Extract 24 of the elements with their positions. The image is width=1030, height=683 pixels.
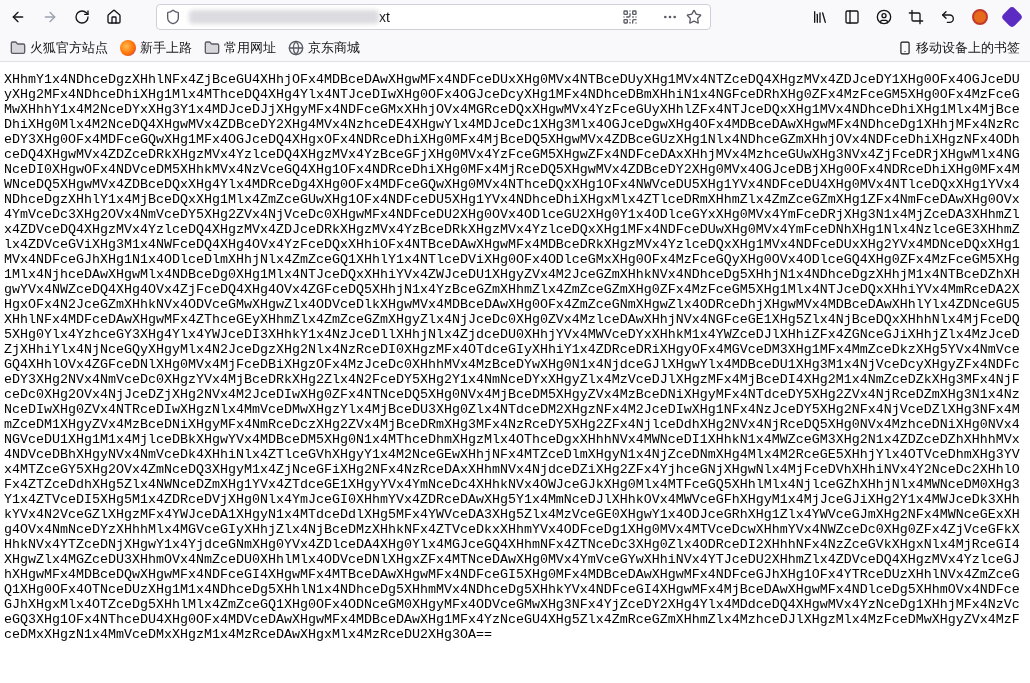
folder-icon xyxy=(10,39,26,56)
bookmark-star-icon[interactable] xyxy=(686,9,702,25)
bookmark-item[interactable]: 新手上路 xyxy=(114,35,198,60)
url-text: xt xyxy=(379,7,390,27)
bookmark-item[interactable]: 京东商城 xyxy=(282,35,366,60)
library-icon xyxy=(812,9,828,25)
forward-arrow-icon xyxy=(42,9,58,25)
browser-logo-icon xyxy=(120,39,136,56)
undo-icon xyxy=(940,9,956,25)
qr-code-icon[interactable] xyxy=(622,9,638,25)
home-icon xyxy=(106,9,122,25)
bookmark-item[interactable]: 火狐官方站点 xyxy=(4,35,114,60)
account-icon xyxy=(876,9,892,25)
crop-icon xyxy=(908,9,924,25)
bookmark-item[interactable]: 移动设备上的书签 xyxy=(892,35,1026,60)
sidebar-icon xyxy=(844,9,860,25)
reload-icon xyxy=(74,9,90,25)
globe-icon xyxy=(288,39,304,56)
page-text: XHhmY1x4NDhceDgzXHhlNFx4ZjBceGU4XHhjOFx4MDBceDAwXHgwMFx4NDFceDUxXHg0MVx4NTBceDUyXHg1MVx4NTZceDQ4XHgzMVx4ZDJceDY1XHg0OFx4OGJceDUyXHg2MFx4NDhceDhiXHg1Mlx4MThceDQ4XHg4Ylx4NTJceDIwXHg0OFx4OGJceDcyXHg1MFx4NDhceDBmXHhiN1x4NGFceDRhXHg0ZFx4MzFceGM5XHg0OFx4MzFceGMwXHhhY1x4M2NceDYxXHg3Y1x4MDJceDJjXHgyMFx4NDFceGMxXHhjOVx4MGRceDQxXHgwMVx4YzFceGUyXHhlZFx4NTJceDQxXHg1MVx4NDhceDhiXHg1Mlx4MjBceDhiXHg0Mlx4M2NceDQ4XHgwMVx4ZDBceDY2XHg4MVx4NzhceDE4XHgwYlx4MDJceDc1XHg3Mlx4OGJceDgwXHg4OFx4MDBceDAwXHgwMFx4NDhceDg1XHhjMFx4NzRceDY3XHg0OFx4MDFceGQwXHg1MFx4OGJceDQ4XHgxOFx4NDRceDhiXHg0MFx4MjBceDQ5XHgwMVx4ZDBceGUzXHg1Nlx4NDhceGZmXHhjOVx4NDFceDhiXHgzNFx4ODhceDQ4XHgwMVx4ZDZceDRkXHgzMVx4YzlceDQ4XHgzMVx4YzBceGFjXHg0MVx4YzFceGM5XHgwZFx4NDFceDAxXHhjMVx4MzhceGUwXHg3NVx4ZjFceDRjXHgwMlx4NGNceDI0XHgwOFx4NDVceDM5XHhkMVx4NzVceGQ4XHg1OFx4NDRceDhiXHg0MFx4MjRceDQ5XHgwMVx4ZDBceDY2XHg0MVx4OGJceDBjXHg0OFx4NDRceDhiXHg0MFx4MWNceDQ5XHgwMVx4ZDBceDQxXHg4Ylx4MDRceDg4XHg0OFx4MDFceGQwXHg0MVx4NThceDQxXHg1OFx4NWVceDU5XHg1YVx4NDFceDU4XHg0MVx4NTlceDQxXHg1YVx4NDhceDgzXHhlY1x4MjBceDQxXHg1Mlx4ZmZceGUwXHg1OFx4NDFceDU5XHg1YVx4NDhceDhiXHgxMlx4ZTlceDRmXHhmZlx4ZmZceGZmXHg1ZFx4NmFceDAwXHg0OVx4YmVceDc3XHg2OVx4NmVceDY5XHg2ZVx4NjVceDc0XHgwMFx4NDFceDU2XHg0OVx4ODlceGU2XHg0Y1x4ODlceGYxXHg0MVx4YmFceDRjXHg3N1x4MjZceDA3XHhmZlx4ZDVceDQ4XHgzMVx4YzlceDQ4XHgzMVx4ZDJceDRkXHgzMVx4YzBceDRkXHgzMVx4YzlceDQxXHg1MFx4NDFceDUwXHg0MVx4YmFceDNhXHg1Nlx4NzlceGE3XHhmZlx4ZDVceGViXHg3M1x4NWFceDQ4XHg4OVx4YzFceDQxXHhiOFx4NTBceDAwXHgwMFx4MDBceDRkXHgzMVx4YzlceDQxXHg1MVx4NDFceDUxXHg2YVx4MDNceDQxXHg1MVx4NDFceGJhXHg1N1x4ODlceDlmXHhjNlx4ZmZceGQ1XHhlY1x4NTlceDViXHg0OFx4ODlceGMxXHg0OFx4MzFceGQyXHg0OVx4ODlceGQ4XHg0ZFx4MzFceGM5XHg1Mlx4NjhceDAwXHgwMlx4NDBceDg0XHg1Mlx4NTJceDQxXHhiYVx4ZWJceDU1XHgyZVx4M2JceGZmXHhkNVx4NDhceDg5XHhjN1x4NDhceDgzXHhjM1x4NTBceDZhXHgwYVx4NWZceDQ4XHg4OVx4ZjFceDQ4XHg4OVx4ZGFceDQ5XHhjN1x4YzBceGZmXHhmZlx4ZmZceGZmXHg0ZFx4MzFceGM5XHg1Mlx4NTJceDQxXHhiYVx4MmRceDA2XHgxOFx4N2JceGZmXHhkNVx4ODVceGMwXHgwZlx4ODVceDlkXHgwMVx4MDBceDAwXHg0OFx4ZmZceGNmXHgwZlx4ODRceDhjXHgwMVx4MDBceDAwXHhlYlx4ZDNceGU5XHhlNFx4MDFceDAwXHgwMFx4ZThceGEyXHhmZlx4ZmZceGZmXHgyZlx4NjJceDc0XHg0ZVx4MzlceDAwXHhjNVx4NGFceGE1XHg5Zlx4NjBceDQxXHhhNlx4MjFceDQ5XHg0Ylx4YzhceGY3XHg4Ylx4YWJceDI3XHhkY1x4NzJceDllXHhjNlx4ZjdceDU0XHhjYVx4MWVceDYxXHhkM1x4YWZceDJlXHhiZFx4ZGNceGJiXHhjZlx4MzJceDZjXHhiYlx4NjNceGQyXHgyMlx4N2JceDgzXHg2Nlx4NzRceDI0XHgzMFx4OTdceGIyXHhiY1x4ZDRceDRiXHgyOFx4MGVceDM3XHg1MFx4MmZceDkzXHg5YVx4NmVceGQ4XHhlOVx4ZGFceDNlXHg0MVx4MjFceDBiXHgzOFx4MzJceDc0XHhhMVx4MzBceDYwXHg0N1x4NjdceGJlXHgwYlx4MDBceDU1XHg3M1x4NjVceDcyXHgyZFx4NDFceDY3XHg2NVx4NmVceDc0XHgzYVx4MjBceDRkXHg2Zlx4N2FceDY5XHg2Y1x4NmNceDYxXHgyZlx4MzVceDJlXHgzMFx4MjBceDI4XHg2M1x4NmZceDZkXHg3MFx4NjFceDc0XHg2OVx4NjJceDZjXHg2NVx4M2JceDIwXHg0ZFx4NTNceDQ5XHg0NVx4MjBceDM5XHgyZVx4MzBceDNiXHgyMFx4NTdceDY5XHg2ZVx4NjRceDZmXHg3N1x4NzNceDIwXHg0ZVx4NTRceDIwXHgzNlx4MmVceDMwXHgzYlx4MjBceDU3XHg0Zlx4NTdceDM2XHgzNFx4M2JceDIwXHg1NFx4NzJceDY5XHg2NFx4NjVceDZlXHg3NFx4MmZceDM1XHgyZVx4MzBceDNiXHgyMFx4NmRceDczXHg2ZVx4MjBceDRmXHg3MFx4NzRceDY5XHg2ZFx4NjlceDdhXHg2NVx4NjRceDQ5XHg0NVx4MzhceDNiXHg0NVx4NGVceDU1XHg1M1x4MjlceDBkXHgwYVx4MDBceDM5XHg0N1x4MThceDhmXHgzMlx4OThceDgxXHhhNVx4MWNceDI1XHhkN1x4MWZceGM3XHg2N1x4ZDZceDZhXHhhMVx4NDVceDBhXHgyNVx4NmVceDk4XHhiNlx4ZTlceGVhXHgyY1x4M2NceGEwXHhjNFx4MTZceDlmXHgyN1x4NjZceDNmXHg4Mlx4M2RceGE5XHhjYlx4OTVceDhmXHg3YVx4MTZceGY5XHg2OVx4ZmNceDQ3XHgyM1x4ZjNceGFiXHg2NFx4NzRceDAxXHhmNVx4NjdceDZiXHg2ZFx4YjhceGNjXHgwNlx4MjFceDVhXHhiNVx4Y2NceDc2XHhlOFx4ZTZceDdhXHg5Zlx4NWNceDZmXHg1YVx4ZTdceGE1XHgyYVx4YmNceDc4XHhkNVx4OWJceGJkXHg0Mlx4MTFceGQ5XHhlMlx4NjlceGZhXHhjNlx4MWNceDM0XHg3Y1x4ZTVceDI5XHg5M1x4ZDRceDVjXHg0Nlx4YmJceGI0XHhmYVx4ZDRceDAwXHg5Y1x4MmNceDJlXHhkOVx4MWVceGFhXHgyM1x4MjJceGJiXHg2Y1x4MWJceDk3XHhkYVx4N2VceGZlXHgzMFx4YWJceDA1XHgyN1x4MTdceDdlXHg5MFx4YWVceDA3XHg5Zlx4MzVceGE0XHgwY1x4ODJceGRhXHg1Zlx4YWVceGJmXHg2NFx4MWNceGExXHg4OVx4NmNceDYzXHhhMlx4MGVceGIyXHhjZlx4NjBceDMzXHhkNFx4ZTVceDkxXHhmYVx4ODFceDg1XHg0MVx4MTVceDcwXHhmYVx4NWZceDc0XHg0ZFx4ZjVceGFkXHhkNVx4YTZceDNjXHgwY1x4YjdceGNmXHg0YVx4ZDlceDA4XHg0Ylx4MGJceGQ4XHhmNFx4ZTNceDc3XHg0Zlx4ODRceDI2XHhhNFx4NzZceGVkXHgxNlx4MjRceGI4XHgwZlx4MGZceDU3XHhmOVx4NmZceDU0XHhlMlx4ODVceDNlXHgxZFx4MTNceDAwXHg0MVx4YmVceGYwXHhiNVx4YTJceDU2XHhmZlx4ZDVceDQ4XHgzMVx4YzlceGJhXHgwMFx4MDBceDQwXHgwMFx4NDFceGI4XHgwMFx4MTBceDAwXHgwMFx4NDFceGI5XHg0MFx4MDBceDAwXHgwMFx4NDFceGJhXHg1OFx4YTRceDUzXHhlNVx4ZmZceGQ1XHg0OFx4OTNceDUzXHg1M1x4NDhceDg5XHhlN1x4NDhceDg5XHhmMVx4NDhceDg5XHhkYVx4NDFceGI4XHgwMFx4MjBceDAwXHgwMFx4NDlceDg5XHhmOVx4NDFceGJhXHgxMlx4OTZceDg5XHhlMlx4ZmZceGQ1XHg0OFx4ODNceGM0XHgyMFx4ODVceGMwXHg3NFx4YjZceDY2XHg4Ylx4MDdceDQ4XHgwMVx4YzNceDg1XHhjMFx4NzVceGQ3XHg1OFx4NThceDU4XHg0OFx4MDVceDAwXHgwMFx4MDBceDAwXHg1MFx4YzNceGU4XHg5Zlx4ZmRceGZmXHhmZlx4MzhceDJlXHgzMlx4MzFceDMwXHgyZVx4MzFceDMxXHgzN1x4MmVceDMxXHgzM1x4MzRceDAwXHgxMlx4MzRceDU2XHg3OA== xyxy=(4,72,1021,642)
folder-icon xyxy=(204,39,220,56)
shield-icon xyxy=(165,9,181,25)
address-bar[interactable]: xt xyxy=(156,4,711,30)
phone-icon xyxy=(898,40,912,55)
bookmark-item[interactable]: 常用网址 xyxy=(198,35,282,60)
